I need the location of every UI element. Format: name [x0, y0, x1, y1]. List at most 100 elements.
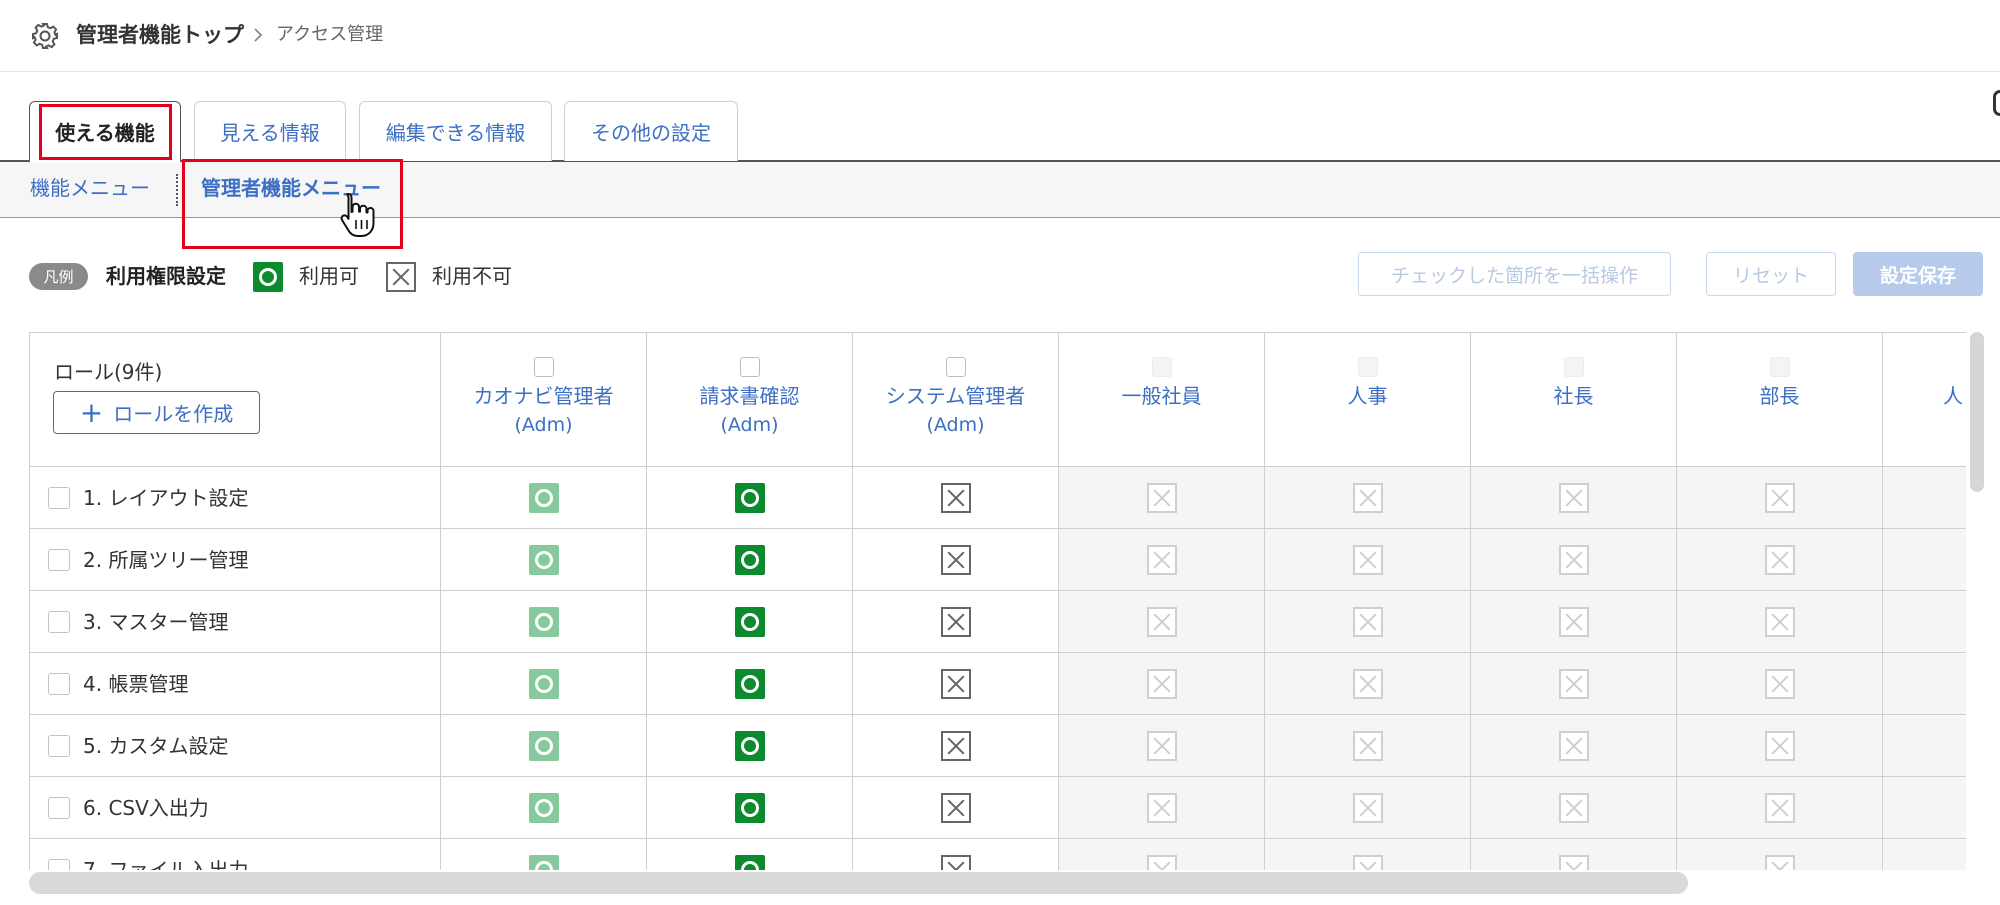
vertical-scrollbar[interactable]: [1970, 332, 1984, 492]
reset-button[interactable]: リセット: [1706, 252, 1836, 296]
permission-cell[interactable]: [1883, 591, 1966, 653]
permission-cell[interactable]: [647, 653, 853, 715]
permission-cell[interactable]: [441, 653, 647, 715]
permission-cell[interactable]: [1059, 839, 1265, 870]
permission-cell[interactable]: [1883, 529, 1966, 591]
permission-cell[interactable]: [1059, 777, 1265, 839]
permission-cell[interactable]: [1677, 591, 1883, 653]
unavailable-icon: [940, 730, 971, 761]
tab-visible-info[interactable]: 見える情報: [194, 101, 346, 161]
permission-cell[interactable]: [1677, 777, 1883, 839]
permission-cell[interactable]: [1265, 653, 1471, 715]
column-role-name[interactable]: 部長: [1677, 381, 1882, 411]
row-select-checkbox[interactable]: [48, 859, 70, 870]
available-icon: [734, 606, 765, 637]
row-feature-label: 7. ファイル入出力: [83, 858, 249, 870]
row-select-checkbox[interactable]: [48, 611, 70, 633]
column-role-name[interactable]: システム管理者: [853, 381, 1058, 411]
subtab-feature-menu[interactable]: 機能メニュー: [30, 174, 150, 202]
permission-cell[interactable]: [1265, 529, 1471, 591]
permission-cell[interactable]: [853, 839, 1059, 870]
permission-cell[interactable]: [441, 529, 647, 591]
available-icon: [734, 730, 765, 761]
permission-cell[interactable]: [441, 591, 647, 653]
bulk-operation-button[interactable]: チェックした箇所を一括操作: [1358, 252, 1671, 296]
permission-cell[interactable]: [853, 467, 1059, 529]
permission-cell[interactable]: [853, 529, 1059, 591]
column-select-checkbox[interactable]: [1564, 357, 1584, 377]
column-role-type: (Adm): [926, 414, 985, 436]
permission-cell[interactable]: [853, 653, 1059, 715]
horizontal-scrollbar[interactable]: [29, 872, 1688, 894]
permission-cell[interactable]: [647, 839, 853, 870]
permission-cell[interactable]: [1265, 777, 1471, 839]
permission-cell[interactable]: [853, 777, 1059, 839]
permission-cell[interactable]: [441, 839, 647, 870]
permission-cell[interactable]: [1471, 467, 1677, 529]
permission-cell[interactable]: [1883, 653, 1966, 715]
permission-cell[interactable]: [1059, 529, 1265, 591]
row-select-checkbox[interactable]: [48, 549, 70, 571]
permission-cell[interactable]: [1265, 467, 1471, 529]
create-role-button[interactable]: + ロールを作成: [53, 391, 260, 434]
permission-cell[interactable]: [1059, 591, 1265, 653]
column-select-checkbox[interactable]: [534, 357, 554, 377]
column-role-name[interactable]: 請求書確認: [647, 381, 852, 411]
permission-cell[interactable]: [441, 715, 647, 777]
column-select-checkbox[interactable]: [1358, 357, 1378, 377]
permission-cell[interactable]: [1883, 777, 1966, 839]
permission-cell[interactable]: [1471, 715, 1677, 777]
tab-editable-info[interactable]: 編集できる情報: [359, 101, 552, 161]
permission-cell[interactable]: [1677, 839, 1883, 870]
column-role-name[interactable]: 社長: [1471, 381, 1676, 411]
column-role-name[interactable]: カオナビ管理者: [441, 381, 646, 411]
column-select-checkbox[interactable]: [1152, 357, 1172, 377]
permission-cell[interactable]: [1677, 653, 1883, 715]
save-settings-button[interactable]: 設定保存: [1853, 252, 1983, 296]
column-select-checkbox[interactable]: [1770, 357, 1790, 377]
column-role-name[interactable]: 人: [1943, 381, 1966, 411]
permission-cell[interactable]: [647, 715, 853, 777]
edge-widget[interactable]: [1993, 90, 2000, 116]
column-role-name[interactable]: 一般社員: [1059, 381, 1264, 411]
permission-cell[interactable]: [1883, 839, 1966, 870]
permission-cell[interactable]: [1471, 777, 1677, 839]
permission-cell[interactable]: [647, 529, 853, 591]
column-select-checkbox[interactable]: [740, 357, 760, 377]
permission-cell[interactable]: [1471, 839, 1677, 870]
permission-cell[interactable]: [1471, 591, 1677, 653]
permission-cell[interactable]: [1059, 467, 1265, 529]
row-select-checkbox[interactable]: [48, 487, 70, 509]
permission-cell[interactable]: [441, 467, 647, 529]
column-role-name[interactable]: 人事: [1265, 381, 1470, 411]
row-feature-label: 4. 帳票管理: [83, 672, 189, 696]
permission-cell[interactable]: [1677, 715, 1883, 777]
permission-cell[interactable]: [647, 467, 853, 529]
permission-cell[interactable]: [647, 591, 853, 653]
permission-cell[interactable]: [1265, 715, 1471, 777]
permission-cell[interactable]: [1265, 591, 1471, 653]
permission-cell[interactable]: [1265, 839, 1471, 870]
permission-cell[interactable]: [1059, 653, 1265, 715]
permission-cell[interactable]: [647, 777, 853, 839]
permission-cell[interactable]: [1471, 653, 1677, 715]
row-select-checkbox[interactable]: [48, 735, 70, 757]
table-row: 2. 所属ツリー管理: [30, 529, 1966, 591]
row-select-checkbox[interactable]: [48, 797, 70, 819]
unavailable-icon: [1146, 668, 1177, 699]
permission-cell[interactable]: [1059, 715, 1265, 777]
breadcrumb-root[interactable]: 管理者機能トップ: [76, 20, 244, 50]
permission-cell[interactable]: [1883, 467, 1966, 529]
permission-cell[interactable]: [1677, 529, 1883, 591]
tab-other-settings[interactable]: その他の設定: [564, 101, 738, 161]
permission-cell[interactable]: [1471, 529, 1677, 591]
permission-cell[interactable]: [441, 777, 647, 839]
column-select-checkbox[interactable]: [946, 357, 966, 377]
unavailable-icon: [1558, 606, 1589, 637]
row-select-checkbox[interactable]: [48, 673, 70, 695]
permission-cell[interactable]: [1677, 467, 1883, 529]
permission-cell[interactable]: [1883, 715, 1966, 777]
permission-cell[interactable]: [853, 715, 1059, 777]
permission-cell[interactable]: [853, 591, 1059, 653]
gear-icon[interactable]: [30, 21, 60, 51]
